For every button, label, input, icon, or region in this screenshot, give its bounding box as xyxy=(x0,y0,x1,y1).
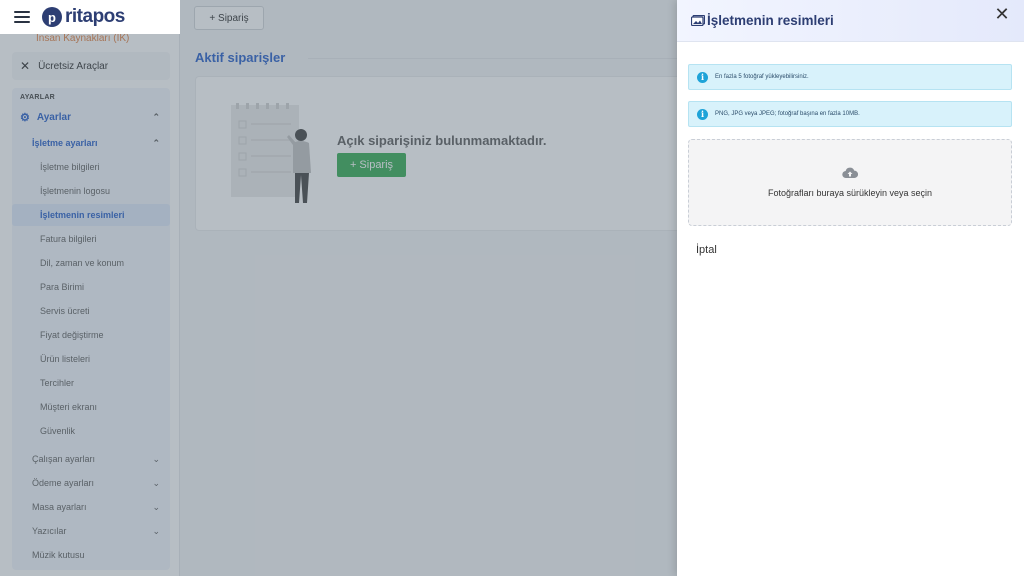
info-icon: i xyxy=(697,108,708,120)
logo: p ritapos xyxy=(42,6,125,28)
photo-dropzone[interactable]: Fotoğrafları buraya sürükleyin veya seçi… xyxy=(688,139,1012,226)
image-icon xyxy=(691,15,705,26)
info-alert-text: En fazla 5 fotoğraf yükleyebilirsiniz. xyxy=(715,74,809,80)
dropzone-text: Fotoğrafları buraya sürükleyin veya seçi… xyxy=(767,188,933,198)
info-alert-file-types: i PNG, JPG veya JPEG; fotoğraf başına en… xyxy=(688,101,1012,127)
menu-icon[interactable] xyxy=(14,11,30,23)
info-icon: i xyxy=(697,71,708,83)
top-bar: p ritapos xyxy=(0,0,180,34)
info-alert-text: PNG, JPG veya JPEG; fotoğraf başına en f… xyxy=(715,111,860,117)
logo-mark: p xyxy=(42,7,62,27)
logo-text: ritapos xyxy=(65,6,125,27)
close-icon[interactable]: ✕ xyxy=(992,4,1012,24)
info-alert-max-photos: i En fazla 5 fotoğraf yükleyebilirsiniz. xyxy=(688,64,1012,90)
drawer-header: İşletmenin resimleri ✕ xyxy=(677,0,1024,42)
business-images-drawer: İşletmenin resimleri ✕ i En fazla 5 foto… xyxy=(677,0,1024,576)
cloud-upload-icon xyxy=(842,167,858,179)
cancel-button[interactable]: İptal xyxy=(696,244,717,256)
drawer-title: İşletmenin resimleri xyxy=(707,13,834,28)
